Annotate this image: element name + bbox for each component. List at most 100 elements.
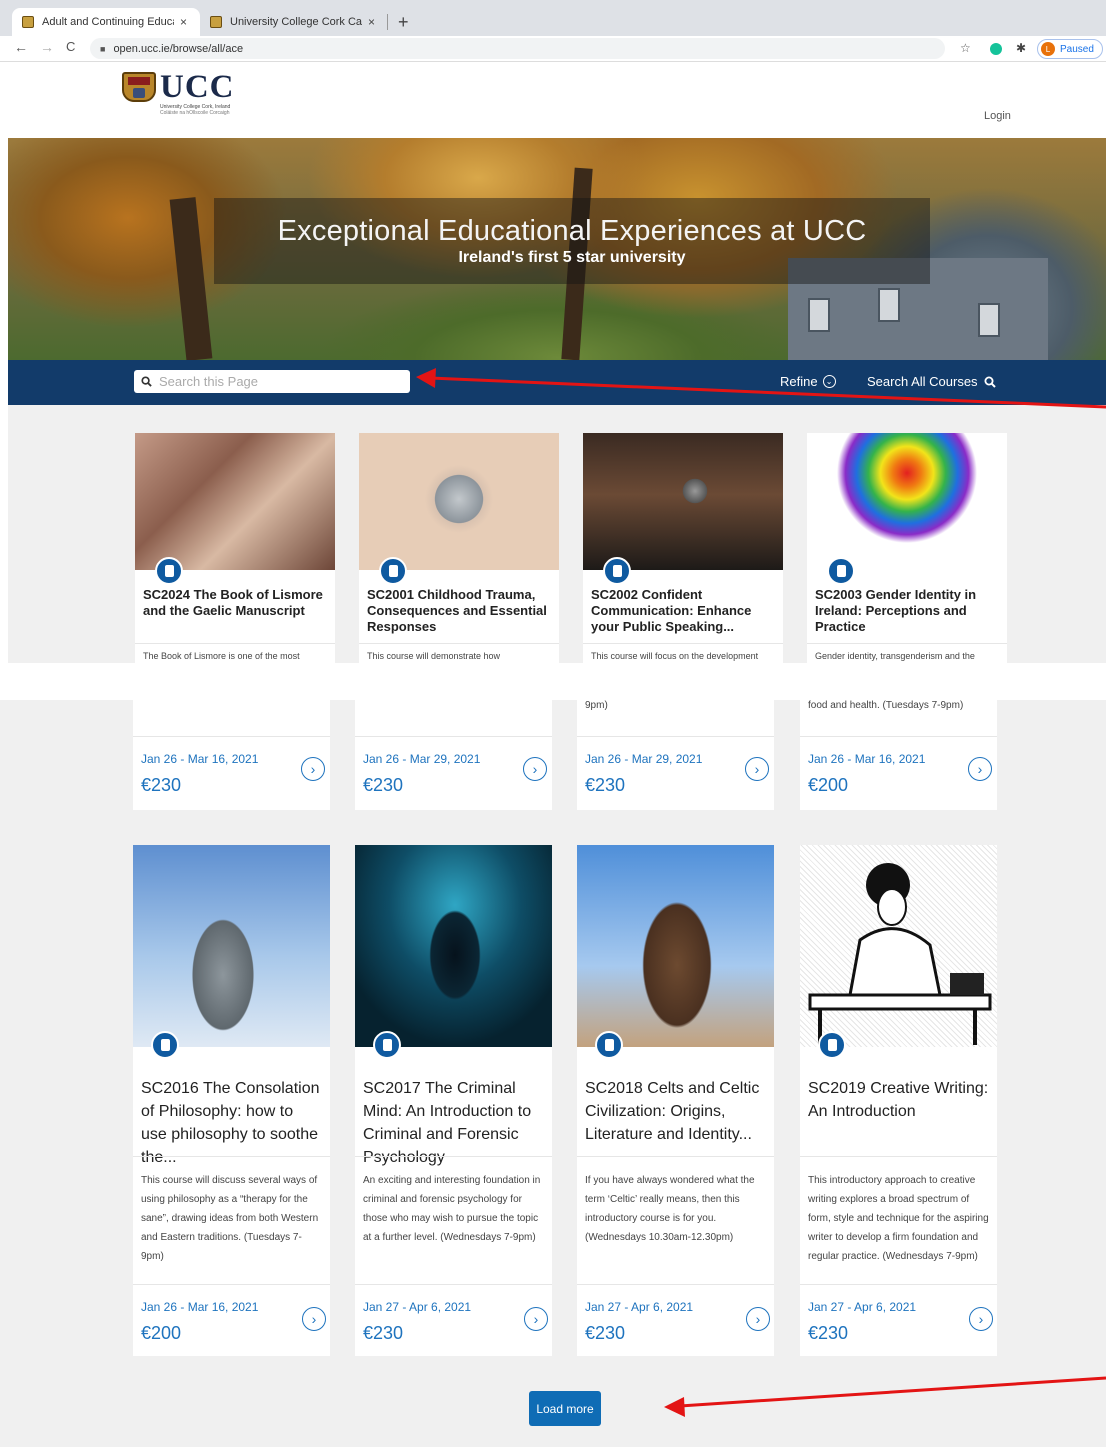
statue-image <box>133 845 330 1047</box>
login-link[interactable]: Login <box>984 110 1011 122</box>
new-tab-button[interactable]: + <box>398 12 409 33</box>
divider <box>355 736 552 737</box>
arrow-right-circle-icon[interactable]: › <box>301 757 325 781</box>
course-price: €200 <box>808 775 849 795</box>
course-type-icon <box>379 557 407 585</box>
course-description: This course will discuss several ways of… <box>141 1175 319 1262</box>
hero-banner: Exceptional Educational Experiences at U… <box>8 138 1106 360</box>
course-card-footer[interactable]: food and health. (Tuesdays 7-9pm) Jan 26… <box>800 700 997 810</box>
wooden-sculpture-image <box>577 845 774 1047</box>
divider <box>800 736 997 737</box>
course-card[interactable]: SC2003 Gender Identity in Ireland: Perce… <box>807 433 1007 663</box>
divider <box>355 1284 552 1285</box>
course-price: €230 <box>585 1323 626 1343</box>
avatar: L <box>1041 42 1055 56</box>
reload-button[interactable]: C <box>66 39 75 54</box>
course-dates: Jan 26 - Mar 16, 2021 <box>141 1300 259 1314</box>
browser-tab[interactable]: University College Cork Catalo × <box>200 8 386 36</box>
course-description: The Book of Lismore is one of the most <box>143 651 300 661</box>
divider <box>359 643 559 644</box>
browser-tabbar: Adult and Continuing Educatio × Universi… <box>0 0 1106 36</box>
tab-close-icon[interactable]: × <box>368 15 375 29</box>
course-title[interactable]: SC2019 Creative Writing: An Introduction <box>808 1077 989 1123</box>
arrow-right-circle-icon[interactable]: › <box>524 1307 548 1331</box>
search-icon <box>984 376 996 388</box>
course-title[interactable]: SC2024 The Book of Lismore and the Gaeli… <box>143 587 327 619</box>
divider <box>135 643 335 644</box>
search-page-field[interactable] <box>134 370 410 393</box>
arrow-right-circle-icon[interactable]: › <box>746 1307 770 1331</box>
refine-label: Refine <box>780 374 818 389</box>
course-description: An exciting and interesting foundation i… <box>363 1175 541 1243</box>
course-title[interactable]: SC2001 Childhood Trauma, Consequences an… <box>367 587 551 635</box>
divider <box>133 1156 330 1157</box>
course-card-footer[interactable]: Jan 26 - Mar 29, 2021 €230 › <box>355 700 552 810</box>
star-icon[interactable]: ☆ <box>960 41 971 55</box>
arrow-right-circle-icon[interactable]: › <box>302 1307 326 1331</box>
course-card[interactable]: SC2001 Childhood Trauma, Consequences an… <box>359 433 559 663</box>
writer-engraving-image <box>800 845 997 1047</box>
ucc-logo[interactable]: UCC University College Cork, Ireland Col… <box>122 69 235 116</box>
building-window <box>808 298 830 332</box>
course-card[interactable]: SC2018 Celts and Celtic Civilization: Or… <box>577 845 774 1356</box>
grammarly-icon[interactable] <box>990 43 1002 55</box>
writer-illustration <box>808 863 992 1045</box>
course-card[interactable]: SC2017 The Criminal Mind: An Introductio… <box>355 845 552 1356</box>
forward-button[interactable]: → <box>40 39 54 55</box>
profile-button[interactable]: L Paused <box>1037 39 1103 59</box>
course-dates: Jan 26 - Mar 16, 2021 <box>808 752 926 766</box>
search-input[interactable] <box>159 374 399 389</box>
back-button[interactable]: ← <box>14 39 28 55</box>
course-description: This course will demonstrate how <box>367 651 501 661</box>
course-card-footer[interactable]: 9pm) Jan 26 - Mar 29, 2021 €230 › <box>577 700 774 810</box>
divider <box>133 1284 330 1285</box>
course-price: €230 <box>363 775 404 795</box>
hero-caption: Exceptional Educational Experiences at U… <box>214 198 930 284</box>
course-type-icon <box>151 1031 179 1059</box>
logo-wordmark: UCC <box>160 69 235 105</box>
course-type-icon <box>373 1031 401 1059</box>
arrow-right-circle-icon[interactable]: › <box>969 1307 993 1331</box>
hero-subtitle: Ireland's first 5 star university <box>458 249 686 266</box>
search-all-courses-button[interactable]: Search All Courses <box>867 374 996 389</box>
course-title[interactable]: SC2002 Confident Communication: Enhance … <box>591 587 775 635</box>
divider <box>355 1156 552 1157</box>
microphone-image <box>583 433 783 570</box>
course-description: Gender identity, transgenderism and the <box>815 651 975 661</box>
course-description: 9pm) <box>585 700 608 711</box>
course-price: €230 <box>363 1323 404 1343</box>
course-title[interactable]: SC2018 Celts and Celtic Civilization: Or… <box>585 1077 766 1146</box>
tree-trunk <box>169 197 213 360</box>
building-window <box>878 288 900 322</box>
tab-title: University College Cork Catalo <box>230 16 362 28</box>
course-type-icon <box>603 557 631 585</box>
arrow-right-circle-icon[interactable]: › <box>968 757 992 781</box>
course-description: This course will focus on the developmen… <box>591 651 759 661</box>
arrow-right-circle-icon[interactable]: › <box>523 757 547 781</box>
chevron-down-circle-icon: ⌄ <box>822 375 836 388</box>
search-icon <box>141 376 152 387</box>
divider <box>133 736 330 737</box>
lock-icon: ■ <box>100 43 106 54</box>
address-bar[interactable]: ■ open.ucc.ie/browse/all/ace <box>90 38 945 59</box>
extension-icon[interactable]: ✱ <box>1016 41 1026 55</box>
divider <box>577 1284 774 1285</box>
course-card[interactable]: SC2019 Creative Writing: An Introduction… <box>800 845 997 1356</box>
load-more-button[interactable]: Load more <box>529 1391 601 1426</box>
refine-button[interactable]: Refine ⌄ <box>780 374 836 389</box>
arrow-right-circle-icon[interactable]: › <box>745 757 769 781</box>
course-type-icon <box>827 557 855 585</box>
course-card[interactable]: SC2016 The Consolation of Philosophy: ho… <box>133 845 330 1356</box>
tab-close-icon[interactable]: × <box>180 15 187 29</box>
course-card[interactable]: SC2024 The Book of Lismore and the Gaeli… <box>135 433 335 663</box>
browser-tab-active[interactable]: Adult and Continuing Educatio × <box>12 8 200 36</box>
divider <box>577 1156 774 1157</box>
course-card[interactable]: SC2002 Confident Communication: Enhance … <box>583 433 783 663</box>
divider <box>807 643 1007 644</box>
course-dates: Jan 26 - Mar 16, 2021 <box>141 752 259 766</box>
screenshot-gap <box>0 663 1106 700</box>
course-dates: Jan 26 - Mar 29, 2021 <box>585 752 703 766</box>
course-title[interactable]: SC2003 Gender Identity in Ireland: Perce… <box>815 587 999 635</box>
course-card-footer[interactable]: Jan 26 - Mar 16, 2021 €230 › <box>133 700 330 810</box>
search-bar: Refine ⌄ Search All Courses <box>8 360 1106 405</box>
